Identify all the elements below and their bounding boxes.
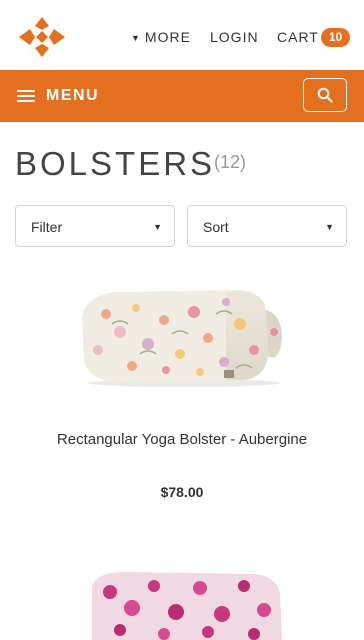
login-link[interactable]: LOGIN bbox=[210, 29, 259, 45]
cart-link[interactable]: CART bbox=[277, 29, 319, 45]
filter-dropdown[interactable]: Filter ▼ bbox=[15, 205, 175, 247]
search-icon bbox=[317, 87, 333, 103]
more-menu-button[interactable]: ▼ MORE bbox=[131, 29, 191, 45]
sort-dropdown[interactable]: Sort ▼ bbox=[187, 205, 347, 247]
top-header: ▼ MORE LOGIN CART 10 bbox=[0, 0, 364, 70]
search-button[interactable] bbox=[303, 78, 347, 112]
product-image[interactable] bbox=[84, 568, 290, 640]
product-image[interactable] bbox=[76, 284, 288, 388]
product-name[interactable]: Rectangular Yoga Bolster - Aubergine bbox=[32, 428, 332, 452]
caret-down-icon: ▼ bbox=[131, 33, 141, 43]
menu-button[interactable]: MENU bbox=[46, 87, 99, 105]
filter-label: Filter bbox=[31, 219, 63, 235]
cart-count-badge[interactable]: 10 bbox=[321, 28, 350, 47]
caret-down-icon: ▼ bbox=[153, 222, 162, 232]
product-count: (12) bbox=[214, 152, 247, 172]
hamburger-icon[interactable] bbox=[17, 89, 35, 103]
sort-label: Sort bbox=[203, 219, 229, 235]
page-title: BOLSTERS bbox=[15, 145, 216, 182]
menu-bar: MENU bbox=[0, 70, 364, 122]
product-price: $78.00 bbox=[160, 484, 204, 500]
caret-down-icon: ▼ bbox=[325, 222, 334, 232]
logo-icon[interactable] bbox=[19, 17, 65, 57]
